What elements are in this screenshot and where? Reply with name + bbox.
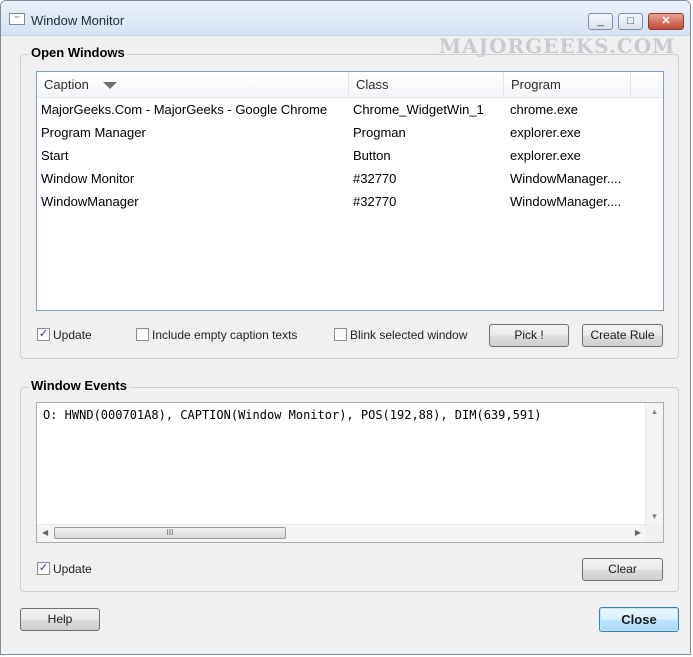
vertical-scrollbar[interactable]: ▲ ▼	[645, 403, 663, 525]
create-rule-button[interactable]: Create Rule	[582, 324, 663, 347]
scroll-right-icon[interactable]: ▶	[635, 528, 641, 537]
checkbox-unchecked-icon	[136, 328, 149, 341]
cell-program: explorer.exe	[510, 148, 581, 163]
checkbox-checked-icon: ✓	[37, 562, 50, 575]
open-windows-list[interactable]: Caption Class Program MajorGeeks.Com - M…	[36, 71, 664, 311]
pick-button[interactable]: Pick !	[489, 324, 569, 347]
maximize-icon: □	[627, 15, 634, 27]
checkbox-unchecked-icon	[334, 328, 347, 341]
list-item[interactable]: MajorGeeks.Com - MajorGeeks - Google Chr…	[37, 98, 663, 121]
maximize-button[interactable]: □	[618, 13, 643, 30]
window-app-icon: ▫▫	[9, 13, 25, 25]
scroll-left-icon[interactable]: ◀	[42, 528, 48, 537]
list-item[interactable]: Start Button explorer.exe	[37, 144, 663, 167]
title-bar[interactable]: ▫▫ Window Monitor _ □ ✕	[1, 1, 690, 36]
checkbox-checked-icon: ✓	[37, 328, 50, 341]
scrollbar-corner	[646, 525, 663, 542]
cell-program: chrome.exe	[510, 102, 578, 117]
scroll-down-icon[interactable]: ▼	[646, 512, 663, 521]
cell-class: #32770	[353, 194, 397, 209]
column-header-class[interactable]: Class	[349, 72, 504, 97]
cell-class: #32770	[353, 171, 397, 186]
cell-caption: Window Monitor	[41, 171, 135, 186]
minimize-icon: _	[597, 15, 604, 27]
event-log-text: O: HWND(000701A8), CAPTION(Window Monito…	[43, 408, 542, 422]
column-header-program[interactable]: Program	[504, 72, 631, 97]
scroll-up-icon[interactable]: ▲	[646, 407, 663, 416]
close-button[interactable]: Close	[599, 607, 679, 632]
window-events-title: Window Events	[29, 378, 129, 393]
clear-button[interactable]: Clear	[582, 558, 663, 581]
cell-caption: MajorGeeks.Com - MajorGeeks - Google Chr…	[41, 102, 328, 117]
horizontal-scrollbar[interactable]: ◀ III ▶	[37, 524, 646, 542]
window-title: Window Monitor	[31, 13, 125, 28]
list-item[interactable]: WindowManager #32770 WindowManager....	[37, 190, 663, 213]
minimize-button[interactable]: _	[588, 13, 613, 30]
window-events-log[interactable]: O: HWND(000701A8), CAPTION(Window Monito…	[36, 402, 664, 543]
close-icon: ✕	[661, 15, 671, 27]
list-header: Caption Class Program	[37, 72, 663, 98]
column-header-caption[interactable]: Caption	[37, 72, 349, 97]
cell-class: Chrome_WidgetWin_1	[353, 102, 484, 117]
cell-program: explorer.exe	[510, 125, 581, 140]
sort-descending-icon	[103, 82, 117, 89]
help-button[interactable]: Help	[20, 608, 100, 631]
window-close-button[interactable]: ✕	[648, 13, 684, 30]
horizontal-scroll-thumb[interactable]: III	[54, 527, 286, 539]
cell-class: Progman	[353, 125, 406, 140]
cell-caption: Start	[41, 148, 69, 163]
cell-program: WindowManager....	[510, 171, 622, 186]
window-monitor-dialog: ▫▫ Window Monitor _ □ ✕ MAJORGEEKS.COM O…	[0, 0, 691, 655]
cell-class: Button	[353, 148, 391, 163]
cell-program: WindowManager....	[510, 194, 622, 209]
list-item[interactable]: Window Monitor #32770 WindowManager....	[37, 167, 663, 190]
open-windows-title: Open Windows	[29, 45, 127, 60]
cell-caption: Program Manager	[41, 125, 146, 140]
list-item[interactable]: Program Manager Progman explorer.exe	[37, 121, 663, 144]
cell-caption: WindowManager	[41, 194, 139, 209]
